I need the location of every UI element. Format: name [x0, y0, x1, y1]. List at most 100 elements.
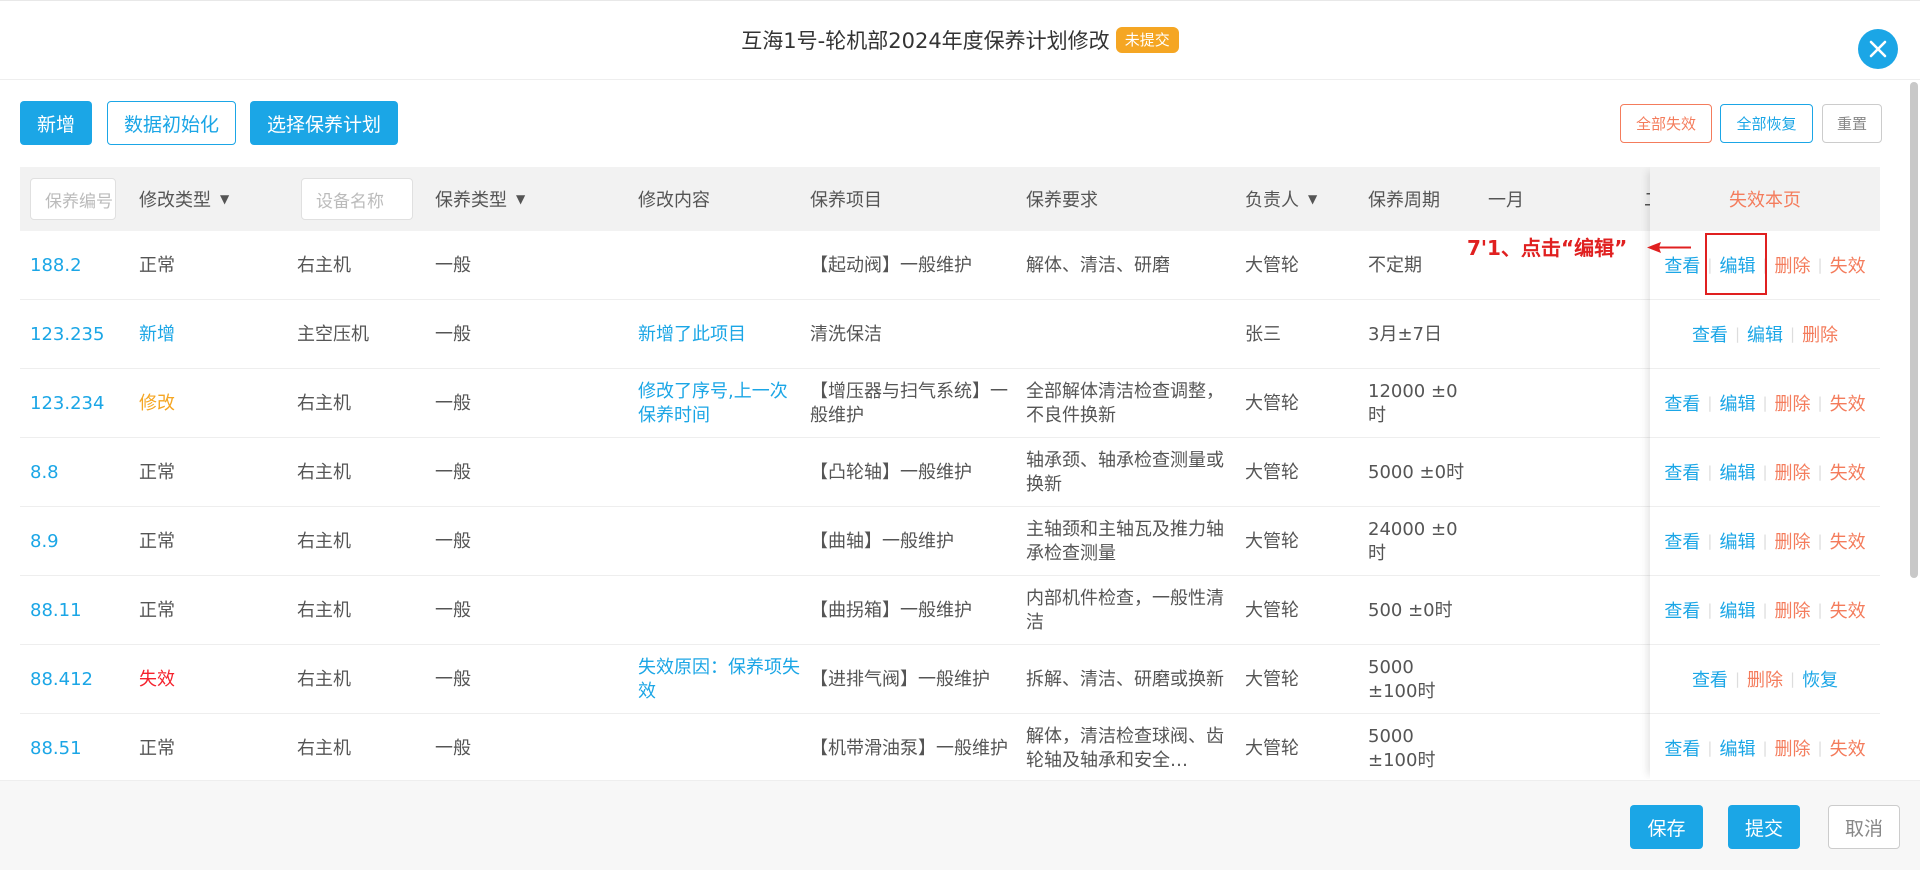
code-cell[interactable]: 88.11: [30, 576, 130, 645]
invalid-link[interactable]: 失效: [1830, 597, 1866, 623]
edit-link[interactable]: 编辑: [1719, 597, 1755, 623]
device-cell: 右主机: [297, 530, 351, 552]
data-init-button[interactable]: 数据初始化: [107, 101, 236, 145]
edit-link[interactable]: 编辑: [1719, 528, 1755, 554]
cycle-cell: 5000 ±0时: [1368, 461, 1465, 483]
action-separator: |: [1817, 256, 1823, 274]
action-separator: |: [1817, 532, 1823, 550]
maint-type-cell: 一般: [435, 323, 471, 345]
reset-button[interactable]: 重置: [1822, 104, 1882, 143]
owner-cell: 张三: [1245, 323, 1281, 345]
action-separator: |: [1707, 739, 1713, 757]
edit-link[interactable]: 编辑: [1719, 390, 1755, 416]
modify-content-cell[interactable]: 新增了此项目: [638, 300, 803, 369]
requirement-cell: 轴承颈、轴承检查测量或换新: [1026, 449, 1224, 495]
owner-cell: 大管轮: [1245, 254, 1299, 276]
item-cell: 【进排气阀】一般维护: [810, 668, 990, 690]
device-filter-input[interactable]: 设备名称: [301, 178, 413, 220]
edit-link[interactable]: 编辑: [1747, 321, 1783, 347]
submit-button[interactable]: 提交: [1728, 805, 1800, 849]
header-maint-type[interactable]: 保养类型 ▼: [435, 167, 525, 231]
code-cell[interactable]: 188.2: [30, 231, 130, 300]
device-cell: 右主机: [297, 599, 351, 621]
code-cell[interactable]: 123.234: [30, 369, 130, 438]
code-cell[interactable]: 123.235: [30, 300, 130, 369]
view-link[interactable]: 查看: [1692, 666, 1728, 692]
item-cell: 【增压器与扫气系统】一般维护: [810, 380, 1008, 426]
table-header: 保养编号 修改类型 ▼ 设备名称 保养类型 ▼ 修改内容 保养项目 保养要求 负责人…: [20, 167, 1880, 231]
header-modify-type[interactable]: 修改类型 ▼: [139, 167, 229, 231]
restore-link[interactable]: 恢复: [1802, 666, 1838, 692]
cycle-cell: 12000 ±0时: [1368, 380, 1458, 426]
header-owner[interactable]: 负责人 ▼: [1245, 167, 1317, 231]
del-link[interactable]: 删除: [1775, 528, 1811, 554]
edit-link[interactable]: 编辑: [1719, 735, 1755, 761]
action-separator: |: [1707, 532, 1713, 550]
invalid-link[interactable]: 失效: [1830, 459, 1866, 485]
owner-cell: 大管轮: [1245, 599, 1299, 621]
view-link[interactable]: 查看: [1664, 735, 1700, 761]
action-separator: |: [1790, 325, 1796, 343]
invalidate-page-header[interactable]: 失效本页: [1650, 167, 1880, 231]
owner-cell: 大管轮: [1245, 461, 1299, 483]
owner-cell: 大管轮: [1245, 530, 1299, 552]
row-actions: 查看 | 编辑 | 删除 | 失效: [1650, 369, 1880, 438]
vertical-scrollbar[interactable]: [1910, 82, 1918, 578]
del-link[interactable]: 删除: [1775, 459, 1811, 485]
del-link[interactable]: 删除: [1775, 390, 1811, 416]
invalidate-all-button[interactable]: 全部失效: [1620, 104, 1712, 143]
header-modify-content: 修改内容: [638, 190, 710, 211]
invalid-link[interactable]: 失效: [1830, 735, 1866, 761]
modify-content-cell: [638, 576, 803, 645]
cycle-cell: 5000 ±100时: [1368, 725, 1436, 771]
edit-link[interactable]: 编辑: [1719, 459, 1755, 485]
del-link[interactable]: 删除: [1775, 735, 1811, 761]
code-filter-input[interactable]: 保养编号: [30, 178, 116, 220]
modify-type-cell: 正常: [139, 461, 175, 483]
invalid-link[interactable]: 失效: [1830, 252, 1866, 278]
maint-type-cell: 一般: [435, 392, 471, 414]
code-cell[interactable]: 8.9: [30, 507, 130, 576]
table-row: 8.8 正常 右主机 一般 【凸轮轴】一般维护 轴承颈、轴承检查测量或换新 大管轮 5000 …: [20, 438, 1880, 507]
invalid-link[interactable]: 失效: [1830, 390, 1866, 416]
del-link[interactable]: 删除: [1775, 252, 1811, 278]
view-link[interactable]: 查看: [1664, 597, 1700, 623]
status-badge: 未提交: [1115, 27, 1179, 53]
code-cell[interactable]: 8.8: [30, 438, 130, 507]
device-cell: 右主机: [297, 737, 351, 759]
cycle-cell: 不定期: [1368, 254, 1422, 276]
device-cell: 右主机: [297, 392, 351, 414]
view-link[interactable]: 查看: [1664, 528, 1700, 554]
requirement-cell: 内部机件检查，一般性清洁: [1026, 587, 1224, 633]
modify-content-cell[interactable]: 失效原因：保养项失效: [638, 645, 803, 714]
del-link[interactable]: 删除: [1775, 597, 1811, 623]
view-link[interactable]: 查看: [1664, 459, 1700, 485]
view-link[interactable]: 查看: [1664, 390, 1700, 416]
header-owner-label: 负责人: [1245, 190, 1299, 211]
requirement-cell: 拆解、清洁、研磨或换新: [1026, 668, 1224, 690]
select-plan-button[interactable]: 选择保养计划: [250, 101, 398, 145]
row-actions: 查看 | 编辑 | 删除 | 失效: [1650, 714, 1880, 779]
item-cell: 【凸轮轴】一般维护: [810, 461, 972, 483]
code-cell[interactable]: 88.412: [30, 645, 130, 714]
save-button[interactable]: 保存: [1630, 805, 1703, 849]
modify-content-cell[interactable]: 修改了序号,上一次保养时间: [638, 369, 803, 438]
cancel-button[interactable]: 取消: [1828, 805, 1900, 849]
add-button[interactable]: 新增: [20, 101, 92, 145]
code-cell[interactable]: 88.51: [30, 714, 130, 779]
modify-content-cell: [638, 438, 803, 507]
invalid-link[interactable]: 失效: [1830, 528, 1866, 554]
table-row: 88.11 正常 右主机 一般 【曲拐箱】一般维护 内部机件检查，一般性清洁 大管轮 500 …: [20, 576, 1880, 645]
row-actions: 查看 | 编辑 | 删除: [1650, 300, 1880, 369]
action-separator: |: [1734, 670, 1740, 688]
cycle-cell: 5000 ±100时: [1368, 656, 1436, 702]
view-link[interactable]: 查看: [1692, 321, 1728, 347]
cycle-cell: 3月±7日: [1368, 323, 1442, 345]
modify-content-cell: [638, 714, 803, 779]
annotation-arrow-icon: [1647, 242, 1691, 253]
del-link[interactable]: 删除: [1802, 321, 1838, 347]
restore-all-button[interactable]: 全部恢复: [1720, 104, 1813, 143]
close-button[interactable]: [1858, 29, 1898, 69]
item-cell: 清洗保洁: [810, 323, 882, 345]
del-link[interactable]: 删除: [1747, 666, 1783, 692]
